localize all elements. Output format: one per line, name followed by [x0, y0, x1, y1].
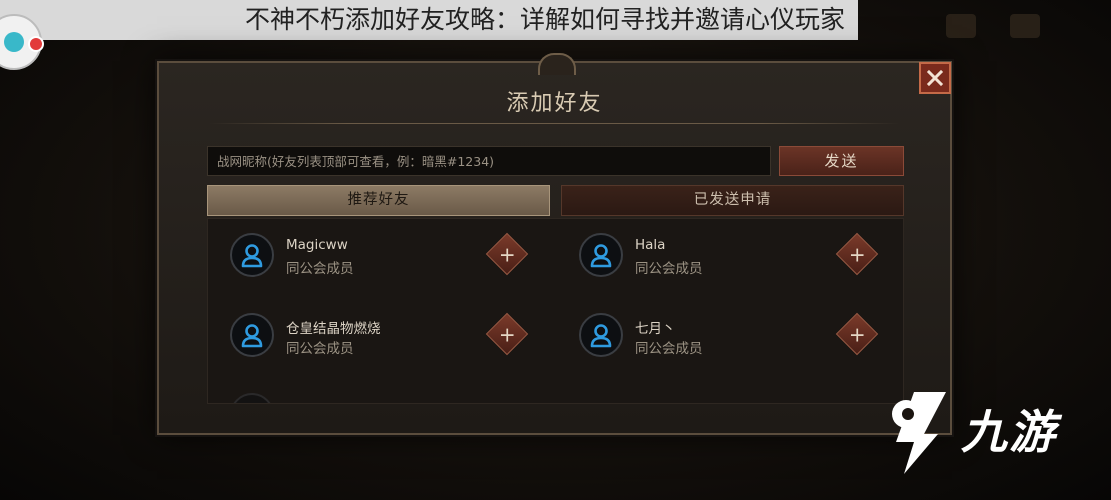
friend-list[interactable]: Magicww 同公会成员 + Hala 同公会成员 + 仓皇结晶物燃烧 同公会… [207, 218, 904, 404]
battlenet-name-input[interactable] [207, 146, 771, 176]
friend-subtitle: 同公会成员 [286, 341, 354, 357]
user-icon [590, 324, 612, 348]
tab-recommended-friends[interactable]: 推荐好友 [207, 185, 550, 216]
jiuyou-logo-icon [892, 392, 946, 474]
plus-icon: + [848, 321, 866, 346]
dialog-ornament-icon [537, 53, 576, 75]
plus-icon: + [498, 321, 516, 346]
plus-icon: + [498, 241, 516, 266]
friend-name: 仓皇结晶物燃烧 [286, 321, 381, 337]
list-item [230, 389, 560, 404]
plus-icon: + [848, 241, 866, 266]
friend-subtitle: 同公会成员 [286, 261, 354, 277]
avatar [579, 313, 623, 357]
avatar [230, 393, 274, 404]
friend-name: Magicww [286, 237, 348, 253]
background-hud-icon [946, 14, 976, 38]
send-button[interactable]: 发送 [779, 146, 904, 176]
user-icon [241, 324, 263, 348]
avatar [579, 233, 623, 277]
title-divider [209, 123, 900, 124]
user-icon [590, 244, 612, 268]
notification-dot-icon [28, 36, 44, 52]
caption-title: 不神不朽添加好友攻略：详解如何寻找并邀请心仪玩家 [0, 0, 858, 40]
jiuyou-watermark: 九游 [884, 386, 1099, 481]
close-icon [926, 69, 944, 87]
watermark-text: 九游 [961, 405, 1057, 459]
background-hud-icon [1010, 14, 1040, 38]
dialog-title: 添加好友 [506, 91, 603, 116]
friend-subtitle: 同公会成员 [635, 341, 703, 357]
friend-subtitle: 同公会成员 [635, 261, 703, 277]
user-icon [238, 401, 266, 404]
avatar [230, 233, 274, 277]
close-button[interactable] [919, 62, 951, 94]
friend-name: 七月丶 [635, 321, 676, 337]
badge-face-icon [4, 32, 24, 52]
avatar [230, 313, 274, 357]
user-icon [241, 244, 263, 268]
friend-name: Hala [635, 237, 666, 253]
tab-sent-requests[interactable]: 已发送申请 [561, 185, 904, 216]
